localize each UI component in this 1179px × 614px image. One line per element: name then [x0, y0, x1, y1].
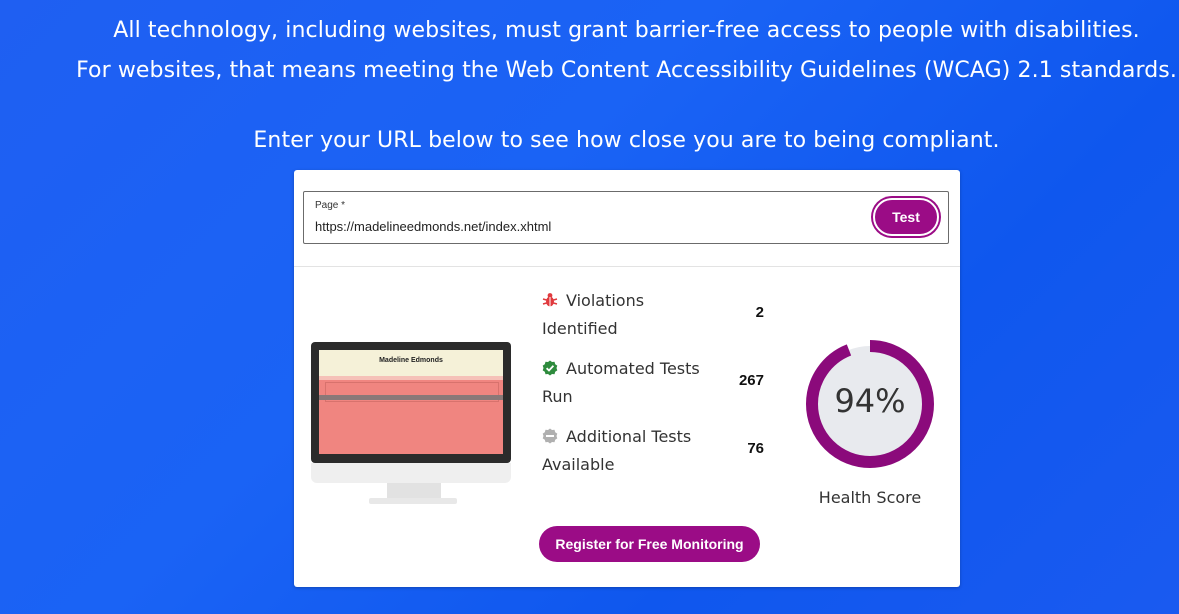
preview-nav [319, 376, 503, 380]
additional-tests-label: Additional Tests Available [542, 427, 692, 474]
health-score-label: Health Score [818, 488, 922, 507]
automated-tests-count: 267 [738, 372, 764, 389]
monitor-chin [311, 463, 511, 483]
test-button[interactable]: Test [873, 198, 939, 236]
hero-line-3: Enter your URL below to see how close yo… [253, 128, 1000, 153]
site-preview-screen: Madeline Edmonds [319, 350, 503, 454]
hero-line-2: For websites, that means meeting the Web… [76, 58, 1177, 83]
health-score-value: 94% [834, 382, 906, 420]
monitor-foot [369, 498, 457, 504]
preview-site-title: Madeline Edmonds [379, 357, 443, 364]
preview-header: Madeline Edmonds [319, 350, 503, 376]
page-url-field[interactable]: Page * https://madelineedmonds.net/index… [303, 191, 949, 244]
automated-tests-label: Automated Tests Run [542, 359, 700, 406]
minus-badge-icon [542, 428, 558, 444]
health-score-gauge: 94% [804, 338, 936, 470]
check-badge-icon [542, 360, 558, 376]
preview-footer-bar [319, 395, 503, 400]
accessibility-test-card: Page * https://madelineedmonds.net/index… [294, 170, 960, 587]
register-monitoring-button[interactable]: Register for Free Monitoring [539, 526, 760, 562]
monitor-bezel: Madeline Edmonds [311, 342, 511, 463]
hero-line-1: All technology, including websites, must… [113, 18, 1140, 43]
site-preview-monitor: Madeline Edmonds [311, 342, 511, 504]
additional-tests-count: 76 [747, 440, 764, 457]
page-field-label: Page * [315, 200, 346, 211]
violations-count: 2 [755, 304, 764, 321]
divider [294, 266, 960, 267]
page-url-input[interactable]: https://madelineedmonds.net/index.xhtml [315, 219, 551, 234]
bug-icon [542, 293, 558, 307]
